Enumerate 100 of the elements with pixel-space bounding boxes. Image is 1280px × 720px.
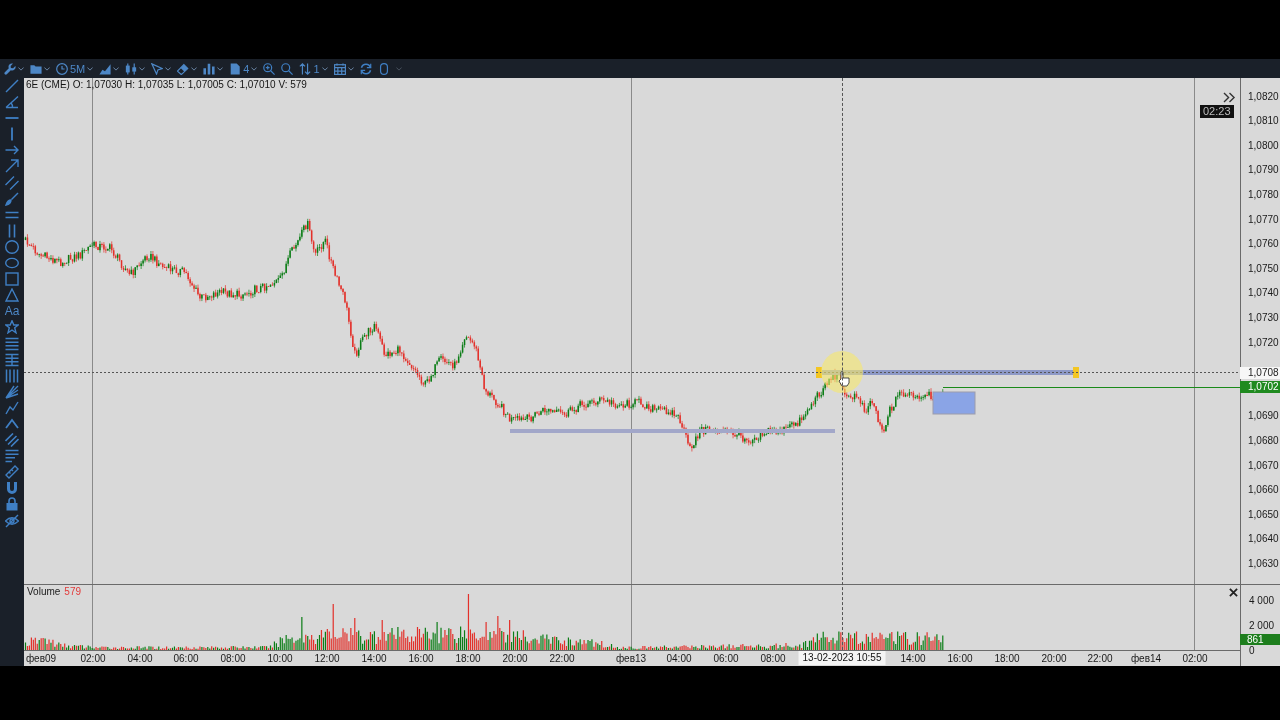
text-tool-button[interactable]: Aa: [4, 304, 20, 319]
crosshair-time-label: 13-02-2023 10:55: [798, 651, 886, 665]
price-label: 1,0740: [1247, 286, 1280, 301]
chart-style-button[interactable]: [99, 62, 120, 75]
indicators-button[interactable]: [203, 62, 224, 75]
price-label: 1,0730: [1247, 311, 1280, 326]
price-label: 1,0660: [1247, 483, 1280, 498]
triangle-icon[interactable]: [5, 288, 19, 303]
price-label: 1,0820: [1247, 89, 1280, 104]
time-label: 18:00: [455, 652, 481, 665]
wrench-icon: [4, 62, 16, 75]
time-label: 02:00: [1182, 652, 1208, 665]
chevron-up-icon[interactable]: [5, 416, 19, 431]
ellipse-icon[interactable]: [5, 256, 19, 271]
caret-icon: [18, 66, 24, 71]
area-chart-icon: [99, 62, 112, 75]
calendar-icon: [333, 62, 346, 75]
refresh-icon[interactable]: [359, 62, 372, 75]
time-label: 16:00: [408, 652, 434, 665]
vertical-lines-icon[interactable]: [5, 368, 19, 383]
time-label: 14:00: [361, 652, 387, 665]
hidden-eye-icon[interactable]: [5, 513, 19, 528]
level-lines-icon[interactable]: [5, 352, 19, 367]
price-label: 1,0640: [1247, 532, 1280, 547]
line-icon[interactable]: [5, 79, 19, 93]
volume-value: 579: [64, 586, 82, 598]
search-icon[interactable]: [281, 62, 294, 75]
ruler-icon[interactable]: [5, 465, 19, 480]
brush-icon[interactable]: [5, 191, 19, 206]
fan-lines-icon[interactable]: [5, 384, 19, 399]
caret-icon: [87, 66, 94, 71]
time-label: 20:00: [502, 652, 528, 665]
cursor-highlight: [821, 351, 863, 393]
time-label: 08:00: [220, 652, 246, 665]
zigzag-icon[interactable]: [5, 400, 19, 415]
volume-label: 2 000: [1249, 619, 1275, 631]
caret-icon: [321, 66, 328, 71]
time-label: 16:00: [947, 652, 973, 665]
parallel-lines-icon[interactable]: [5, 175, 19, 190]
eraser-icon: [177, 62, 190, 75]
price-label: 1,0800: [1247, 138, 1280, 153]
timeframe-button[interactable]: 5M: [56, 62, 94, 75]
bar-type-button[interactable]: [125, 62, 146, 75]
time-label: 12:00: [314, 652, 340, 665]
horizontal-lines-icon[interactable]: [5, 336, 19, 351]
templates-button[interactable]: 4: [229, 62, 258, 75]
price-label: 1,0630: [1247, 556, 1280, 571]
crosshair-price-label: 1,0708: [1240, 367, 1280, 379]
time-label: 10:00: [267, 652, 293, 665]
sort-button[interactable]: 1: [299, 62, 328, 75]
price-label: 1,0750: [1247, 261, 1280, 276]
volume-label: 0: [1249, 644, 1255, 656]
diagonal-lines-icon[interactable]: [5, 433, 19, 448]
price-label: 1,0670: [1247, 458, 1280, 473]
capsule-icon[interactable]: [377, 62, 390, 75]
volume-label: 4 000: [1249, 594, 1275, 606]
magnet-icon[interactable]: [5, 481, 19, 496]
price-label: 1,0760: [1247, 237, 1280, 252]
caret-icon: [191, 66, 198, 71]
candlestick-icon: [125, 62, 138, 75]
settings-menu-button[interactable]: [4, 62, 24, 75]
sort-arrows-icon: [299, 62, 312, 75]
zoom-in-icon[interactable]: [263, 62, 276, 75]
chart-legend: 6E (CME) O: 1,07030 H: 1,07035 L: 1,07005 C: 1,07010 V: 579: [26, 79, 307, 91]
caret-icon: [113, 66, 120, 71]
caret-icon: [44, 66, 50, 71]
time-label: 06:00: [173, 652, 199, 665]
text-lines-icon[interactable]: [5, 449, 19, 464]
caret-icon: [217, 66, 224, 71]
price-label: 1,0770: [1247, 212, 1280, 227]
caret-icon: [347, 66, 354, 71]
time-label: фев09: [25, 652, 57, 665]
last-price-label: 1,0702: [1240, 381, 1280, 393]
bar-timer: 02:23: [1200, 105, 1234, 118]
time-label: 08:00: [760, 652, 786, 665]
lock-icon[interactable]: [5, 497, 19, 512]
caret-icon: [165, 66, 172, 71]
cursor-mode-button[interactable]: [151, 62, 172, 75]
clock-icon: [56, 62, 68, 75]
bar-chart-icon: [203, 62, 216, 75]
folder-menu-button[interactable]: [30, 62, 50, 75]
hand-cursor-icon: [838, 371, 850, 387]
angle-icon[interactable]: [5, 95, 19, 110]
drag-handle[interactable]: [1073, 367, 1079, 378]
star-icon[interactable]: [5, 320, 19, 335]
time-label: фев13: [615, 652, 647, 665]
circle-icon[interactable]: [5, 239, 19, 254]
cursor-icon: [151, 62, 164, 75]
price-label: 1,0720: [1247, 335, 1280, 350]
time-label: фев14: [1130, 652, 1162, 665]
time-label: 20:00: [1041, 652, 1067, 665]
horizontal-line-drawing[interactable]: [816, 367, 1079, 378]
double-chevron-icon[interactable]: [1223, 92, 1236, 103]
eraser-button[interactable]: [177, 62, 198, 75]
close-icon[interactable]: [1229, 588, 1238, 597]
diagonal-arrow-icon[interactable]: [5, 159, 19, 174]
drag-handle[interactable]: [816, 367, 822, 378]
time-label: 22:00: [549, 652, 575, 665]
square-icon[interactable]: [5, 272, 19, 287]
calendar-button[interactable]: [333, 62, 354, 75]
